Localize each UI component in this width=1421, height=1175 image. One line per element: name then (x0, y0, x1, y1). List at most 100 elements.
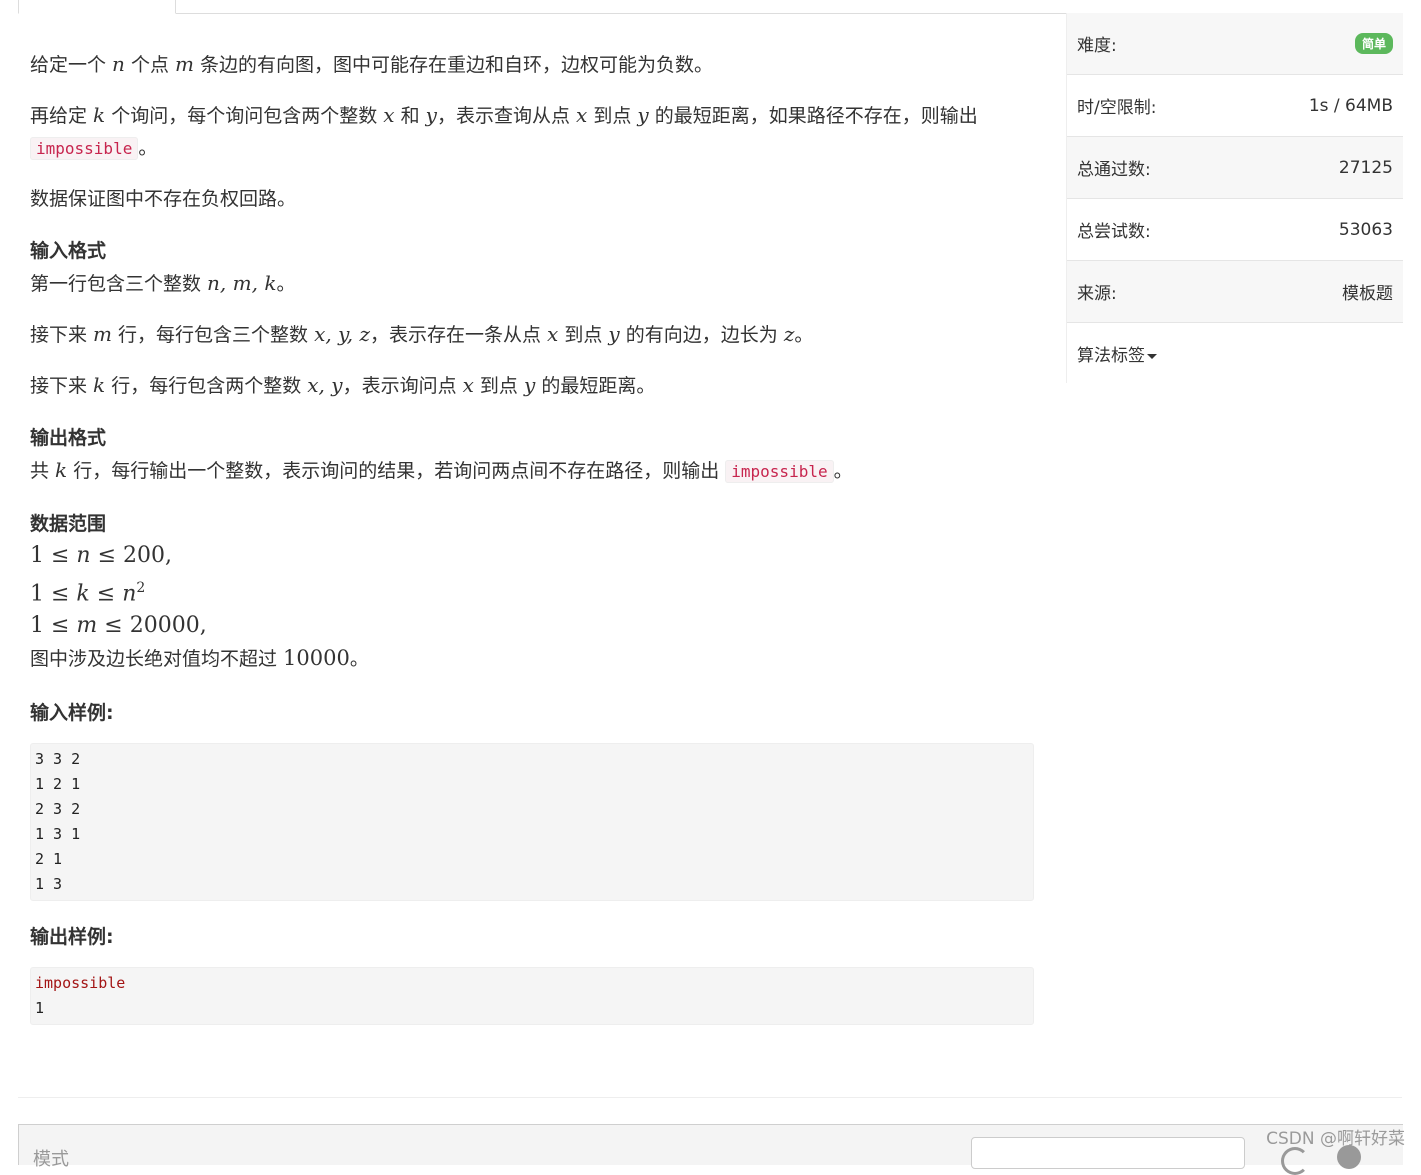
var-x: x (547, 322, 559, 346)
var-n: n (112, 52, 125, 76)
divider (18, 1097, 1402, 1098)
output-format-title: 输出格式 (30, 427, 107, 449)
csdn-watermark: CSDN @啊轩好菜 (1266, 1129, 1405, 1149)
vars-xyz: x, y, z (314, 322, 370, 346)
text: 共 (30, 460, 56, 482)
text: ，表示查询从点 (436, 105, 576, 127)
text: 1 ≤ (30, 581, 77, 607)
text: 个询问，每个询问包含两个整数 (105, 105, 384, 127)
language-select[interactable] (971, 1137, 1245, 1169)
exponent: 2 (136, 580, 146, 596)
reset-icon[interactable] (1281, 1147, 1309, 1175)
text: 。 (794, 324, 814, 346)
range-n: 1 ≤ n ≤ 200, (30, 540, 1040, 572)
var-k: k (55, 458, 68, 482)
range-k: 1 ≤ k ≤ n2 (30, 572, 1040, 610)
text: ，表示存在一条从点 (370, 324, 548, 346)
var-n: n (122, 581, 137, 607)
text: 的最短距离，如果路径不存在，则输出 (648, 105, 978, 127)
input-line-2: 接下来 m 行，每行包含三个整数 x, y, z，表示存在一条从点 x 到点 y… (30, 318, 1040, 351)
difficulty-badge: 简单 (1354, 33, 1393, 54)
text: 给定一个 (30, 54, 113, 76)
algorithm-tags-toggle[interactable]: 算法标签 (1067, 323, 1403, 384)
text: 行，每行包含两个整数 (105, 375, 308, 397)
editor-mode-label: 模式 (33, 1149, 69, 1170)
difficulty-label: 难度: (1077, 36, 1117, 56)
code-impossible: impossible (725, 460, 834, 483)
text: 和 (394, 105, 426, 127)
text: 行，每行包含三个整数 (112, 324, 315, 346)
input-line-3: 接下来 k 行，每行包含两个整数 x, y，表示询问点 x 到点 y 的最短距离… (30, 369, 1040, 402)
limit-label: 时/空限制: (1077, 98, 1157, 118)
var-x: x (576, 103, 588, 127)
text: ≤ 20000, (97, 613, 207, 639)
text: 的有向边，边长为 (619, 324, 784, 346)
var-x: x (383, 103, 395, 127)
var-k: k (93, 373, 106, 397)
sample-input-title: 输入样例: (30, 702, 114, 725)
text: 。 (138, 137, 158, 159)
text: 图中涉及边长绝对值均不超过 (30, 648, 284, 671)
paragraph-graph: 给定一个 n 个点 m 条边的有向图，图中可能存在重边和自环，边权可能为负数。 (30, 48, 1040, 81)
input-line-1: 第一行包含三个整数 n, m, k。 (30, 267, 1040, 300)
text: 条边的有向图，图中可能存在重边和自环，边权可能为负数。 (194, 54, 714, 76)
var-n: n (76, 543, 91, 568)
tags-dropdown[interactable]: 算法标签 (1077, 341, 1157, 366)
text: 行，每行输出一个整数，表示询问的结果，若询问两点间不存在路径，则输出 (67, 460, 726, 482)
tab-problem-content[interactable] (18, 0, 176, 14)
tried-label: 总尝试数: (1077, 222, 1151, 242)
text: 的最短距离。 (535, 375, 656, 397)
var-y: y (523, 373, 536, 397)
info-source: 来源: 模板题 (1067, 261, 1403, 323)
data-range-title: 数据范围 (30, 513, 107, 535)
text: 第一行包含三个整数 (30, 273, 208, 295)
caret-down-icon (1147, 353, 1157, 359)
var-k: k (93, 103, 106, 127)
var-y: y (608, 322, 620, 346)
text: ，表示询问点 (342, 375, 463, 397)
sample-output-value: 1 (35, 999, 45, 1018)
var-m: m (175, 52, 194, 76)
paragraph-no-negative-cycle: 数据保证图中不存在负权回路。 (30, 188, 297, 210)
tags-label: 算法标签 (1077, 346, 1145, 366)
text: 接下来 (30, 375, 94, 397)
range-edge-weight: 图中涉及边长绝对值均不超过 10000。 (30, 642, 1040, 675)
text: 1 ≤ (30, 543, 77, 568)
text: 再给定 (30, 105, 94, 127)
paragraph-queries: 再给定 k 个询问，每个询问包含两个整数 x 和 y，表示查询从点 x 到点 y… (30, 99, 1040, 165)
text: 到点 (473, 375, 524, 397)
text: 接下来 (30, 324, 94, 346)
sample-output-impossible: impossible (35, 974, 126, 993)
var-m: m (76, 613, 98, 639)
var-y: y (425, 103, 437, 127)
text: 1 ≤ (30, 613, 77, 639)
text: 个点 (124, 54, 176, 76)
sample-output-block[interactable]: impossible 1 (30, 967, 1034, 1026)
problem-tab-bar (18, 0, 1402, 14)
passed-value: 27125 (1338, 157, 1393, 178)
info-difficulty: 难度: 简单 (1067, 13, 1403, 75)
info-limits: 时/空限制: 1s / 64MB (1067, 75, 1403, 137)
num-10000: 10000 (283, 646, 350, 671)
info-passed: 总通过数: 27125 (1067, 137, 1403, 199)
code-editor-toolbar: 模式 (18, 1124, 1403, 1175)
text: ≤ 200, (90, 543, 172, 568)
text: 。 (833, 460, 853, 482)
passed-label: 总通过数: (1077, 160, 1151, 180)
var-k: k (76, 581, 90, 607)
text: 。 (349, 648, 369, 671)
info-tried: 总尝试数: 53063 (1067, 199, 1403, 261)
input-format-title: 输入格式 (30, 240, 107, 262)
source-label: 来源: (1077, 284, 1117, 304)
problem-description: 给定一个 n 个点 m 条边的有向图，图中可能存在重边和自环，边权可能为负数。 … (30, 48, 1040, 1026)
range-m: 1 ≤ m ≤ 20000, (30, 610, 1040, 642)
text: 到点 (558, 324, 609, 346)
problem-info-panel: 难度: 简单 时/空限制: 1s / 64MB 总通过数: 27125 总尝试数… (1066, 13, 1403, 383)
var-m: m (93, 322, 113, 346)
text: 到点 (587, 105, 638, 127)
code-impossible: impossible (30, 137, 139, 160)
text: 。 (276, 273, 296, 295)
limit-value: 1s / 64MB (1308, 95, 1393, 116)
sample-input-block[interactable]: 3 3 2 1 2 1 2 3 2 1 3 1 2 1 1 3 (30, 743, 1034, 902)
source-value[interactable]: 模板题 (1342, 279, 1393, 304)
